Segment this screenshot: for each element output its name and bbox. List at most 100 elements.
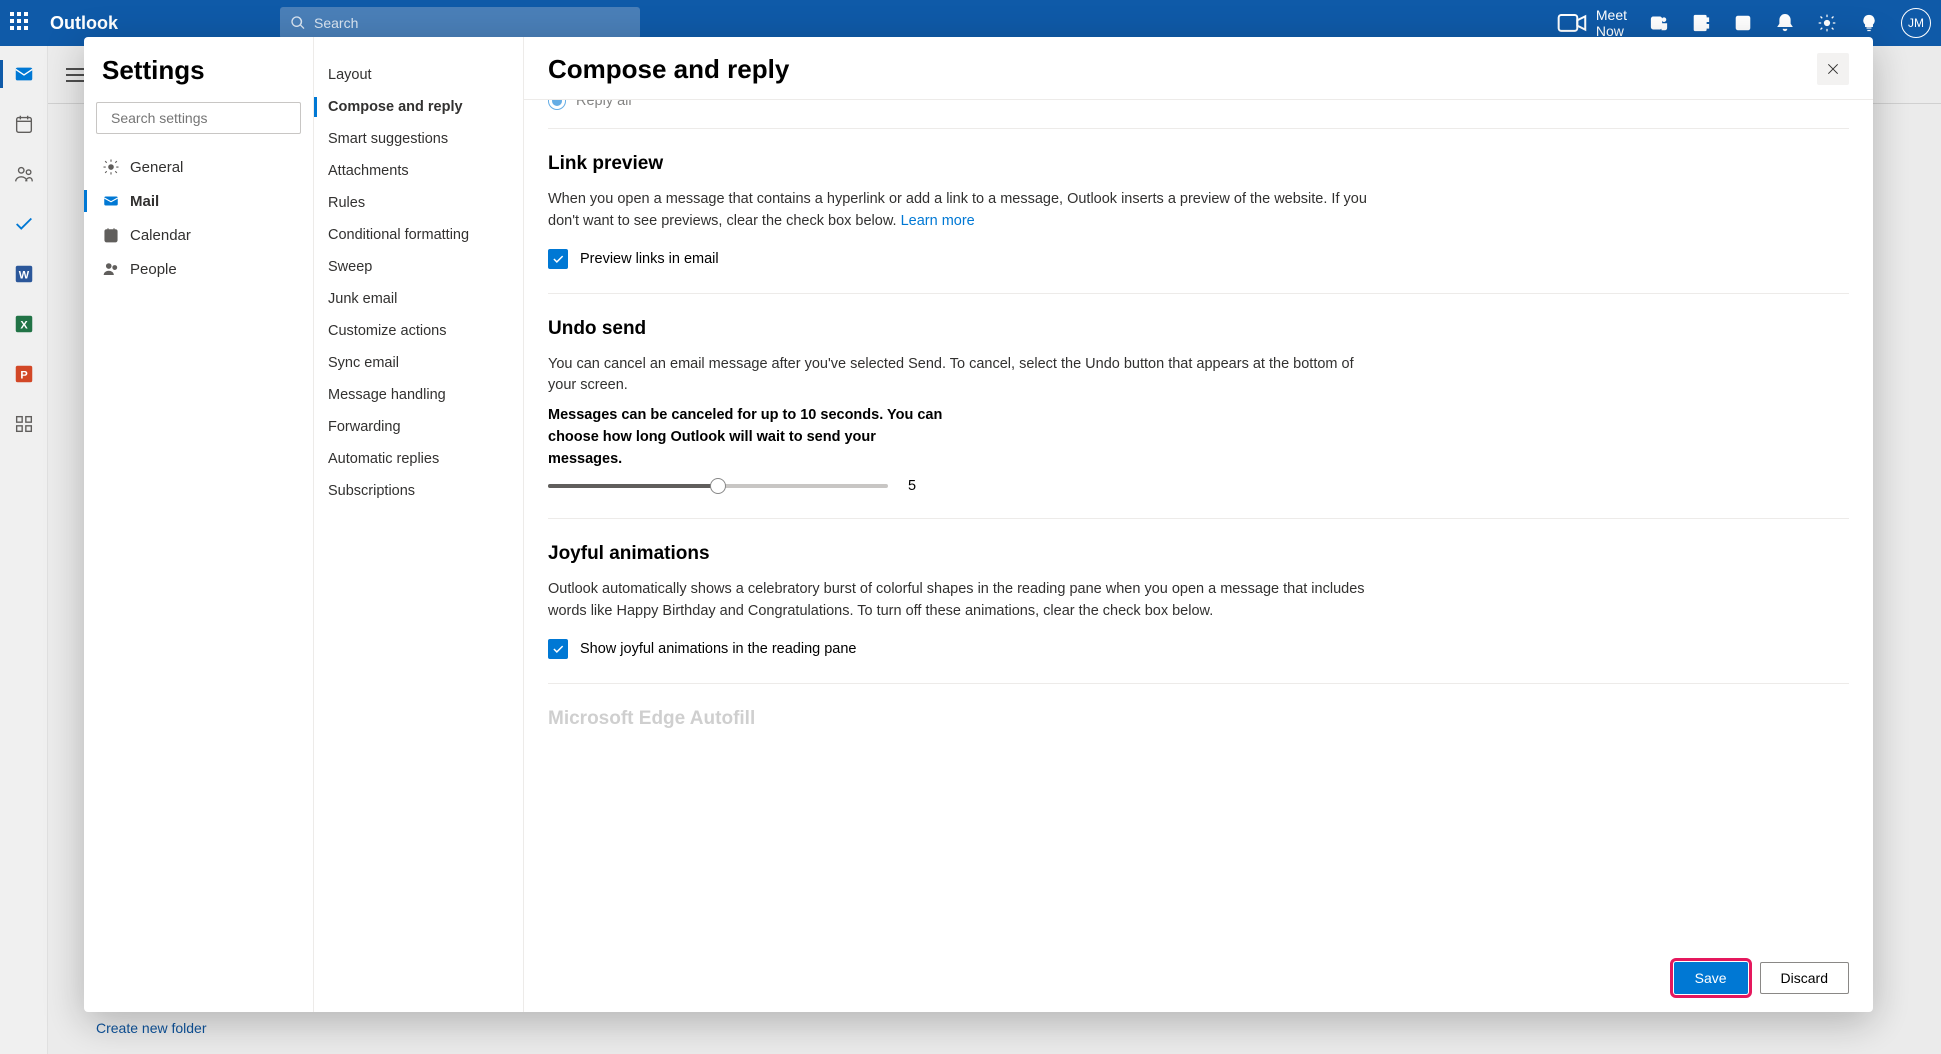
svg-text:X: X: [20, 320, 28, 332]
teams-icon[interactable]: [1649, 13, 1669, 33]
settings-content-panel: Compose and reply Reply all Link preview…: [524, 37, 1873, 1012]
rail-mail-icon[interactable]: [10, 60, 38, 88]
reply-all-option[interactable]: Reply all: [548, 100, 1849, 128]
settings-search[interactable]: [96, 102, 301, 134]
section-undo-send: Undo send You can cancel an email messag…: [548, 293, 1849, 519]
checkbox-checked-icon[interactable]: [548, 639, 568, 659]
rail-todo-icon[interactable]: [10, 210, 38, 238]
app-rail: W X P: [0, 46, 48, 1054]
lightbulb-icon[interactable]: [1859, 13, 1879, 33]
category-people[interactable]: People: [96, 252, 301, 286]
app-launcher-icon[interactable]: [10, 12, 32, 34]
subnav-message-handling[interactable]: Message handling: [314, 379, 523, 411]
settings-title: Settings: [96, 55, 301, 86]
meet-now-button[interactable]: Meet Now: [1556, 7, 1627, 39]
close-icon: [1825, 61, 1841, 77]
undo-send-body: You can cancel an email message after yo…: [548, 354, 1378, 398]
meet-now-label: Meet Now: [1596, 7, 1627, 39]
checkbox-checked-icon[interactable]: [548, 249, 568, 269]
category-general[interactable]: General: [96, 150, 301, 184]
subnav-forwarding[interactable]: Forwarding: [314, 411, 523, 443]
subnav-customize-actions[interactable]: Customize actions: [314, 315, 523, 347]
category-list: General Mail Calendar People: [96, 150, 301, 286]
rail-calendar-icon[interactable]: [10, 110, 38, 138]
category-label: Calendar: [130, 227, 191, 244]
link-preview-heading: Link preview: [548, 153, 1849, 175]
category-mail[interactable]: Mail: [96, 184, 301, 218]
people-icon: [102, 260, 120, 278]
slider-value: 5: [908, 478, 916, 494]
preview-links-checkbox-row[interactable]: Preview links in email: [548, 249, 1849, 269]
todo-app-icon[interactable]: [1733, 13, 1753, 33]
undo-slider-description: Messages can be canceled for up to 10 se…: [548, 405, 948, 470]
joyful-checkbox-label: Show joyful animations in the reading pa…: [580, 641, 856, 657]
undo-send-slider[interactable]: [548, 484, 888, 488]
slider-thumb[interactable]: [710, 478, 726, 494]
rail-more-apps-icon[interactable]: [10, 410, 38, 438]
subnav-compose-reply[interactable]: Compose and reply: [314, 91, 523, 123]
settings-categories-panel: Settings General Mail: [84, 37, 314, 1012]
learn-more-link[interactable]: Learn more: [901, 213, 975, 229]
settings-modal: Settings General Mail: [84, 37, 1873, 1012]
category-calendar[interactable]: Calendar: [96, 218, 301, 252]
link-preview-body: When you open a message that contains a …: [548, 189, 1378, 233]
undo-send-heading: Undo send: [548, 318, 1849, 340]
category-label: General: [130, 159, 183, 176]
subnav-conditional-formatting[interactable]: Conditional formatting: [314, 219, 523, 251]
category-label: Mail: [130, 193, 159, 210]
subnav-rules[interactable]: Rules: [314, 187, 523, 219]
subnav-subscriptions[interactable]: Subscriptions: [314, 475, 523, 507]
content-header: Compose and reply: [524, 37, 1873, 100]
mail-icon: [102, 192, 120, 210]
joyful-checkbox-row[interactable]: Show joyful animations in the reading pa…: [548, 639, 1849, 659]
search-icon: [290, 15, 306, 31]
close-button[interactable]: [1817, 53, 1849, 85]
settings-subnav-panel: Layout Compose and reply Smart suggestio…: [314, 37, 524, 1012]
bell-icon[interactable]: [1775, 13, 1795, 33]
subnav-layout[interactable]: Layout: [314, 59, 523, 91]
app-title: Outlook: [50, 13, 118, 34]
section-link-preview: Link preview When you open a message tha…: [548, 128, 1849, 293]
calendar-icon: [102, 226, 120, 244]
rail-people-icon[interactable]: [10, 160, 38, 188]
undo-slider-wrap: 5: [548, 478, 1849, 494]
content-scroll[interactable]: Reply all Link preview When you open a m…: [524, 100, 1873, 944]
onenote-icon[interactable]: [1691, 13, 1711, 33]
joyful-heading: Joyful animations: [548, 543, 1849, 565]
subnav-sync-email[interactable]: Sync email: [314, 347, 523, 379]
discard-button[interactable]: Discard: [1760, 962, 1849, 994]
settings-search-input[interactable]: [111, 110, 292, 126]
search-input[interactable]: [314, 15, 630, 31]
subnav-junk-email[interactable]: Junk email: [314, 283, 523, 315]
rail-excel-icon[interactable]: X: [10, 310, 38, 338]
body-wrap: W X P Create new folder Settings Gen: [0, 46, 1941, 1054]
radio-selected-icon: [548, 100, 566, 110]
preview-links-label: Preview links in email: [580, 251, 719, 267]
reply-all-label: Reply all: [576, 100, 632, 109]
subnav-automatic-replies[interactable]: Automatic replies: [314, 443, 523, 475]
subnav-attachments[interactable]: Attachments: [314, 155, 523, 187]
settings-gear-icon[interactable]: [1817, 13, 1837, 33]
joyful-body: Outlook automatically shows a celebrator…: [548, 579, 1378, 623]
category-label: People: [130, 261, 177, 278]
header-right: Meet Now JM: [1556, 7, 1931, 39]
search-box[interactable]: [280, 7, 640, 39]
user-avatar[interactable]: JM: [1901, 8, 1931, 38]
subnav-smart-suggestions[interactable]: Smart suggestions: [314, 123, 523, 155]
content-footer: Save Discard: [524, 944, 1873, 1012]
svg-text:P: P: [20, 370, 27, 382]
section-joyful-animations: Joyful animations Outlook automatically …: [548, 518, 1849, 683]
rail-powerpoint-icon[interactable]: P: [10, 360, 38, 388]
svg-text:W: W: [18, 270, 29, 282]
header-left: Outlook: [10, 12, 118, 34]
gear-icon: [102, 158, 120, 176]
rail-word-icon[interactable]: W: [10, 260, 38, 288]
subnav-sweep[interactable]: Sweep: [314, 251, 523, 283]
video-icon: [1556, 7, 1588, 39]
save-button[interactable]: Save: [1674, 962, 1748, 994]
page-title: Compose and reply: [548, 54, 1817, 85]
modal-overlay: Settings General Mail: [48, 46, 1941, 1054]
search-container: [280, 7, 640, 39]
section-edge-autofill: Microsoft Edge Autofill: [548, 683, 1849, 730]
edge-autofill-heading: Microsoft Edge Autofill: [548, 708, 1849, 730]
